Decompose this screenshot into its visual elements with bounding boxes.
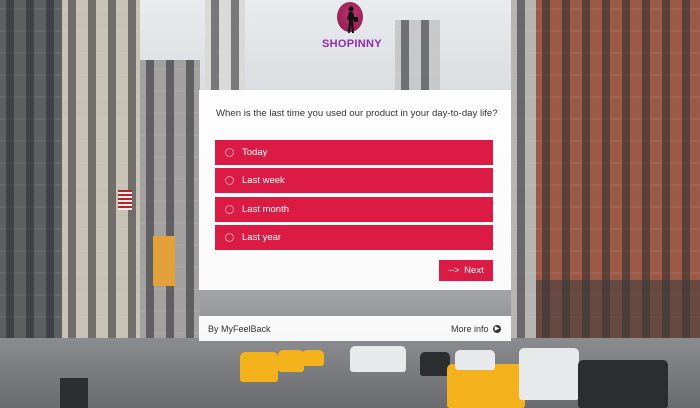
arrow-right-icon: --> (448, 265, 460, 275)
radio-icon (225, 148, 234, 157)
more-info-label: More info (450, 324, 489, 334)
powered-by-credit[interactable]: By MyFeelBack (208, 324, 271, 334)
answer-label: Last year (242, 232, 282, 243)
radio-icon (225, 205, 234, 214)
radio-icon (225, 233, 234, 242)
answer-option-last-year[interactable]: Last year (215, 225, 493, 250)
answer-label: Last week (242, 175, 285, 186)
answer-label: Last month (242, 204, 289, 215)
logo-text: SHOPINNY (322, 38, 382, 50)
radio-icon (225, 176, 234, 185)
survey-card: When is the last time you used our produ… (199, 90, 511, 290)
answer-label: Today (242, 147, 268, 158)
survey-footer: By MyFeelBack More info ▶ (199, 316, 511, 341)
shopinny-logo: SHOPINNY (320, 2, 382, 52)
survey-question: When is the last time you used our produ… (216, 108, 498, 119)
next-button[interactable]: --> Next (439, 260, 493, 281)
answer-option-today[interactable]: Today (215, 140, 493, 165)
arrow-circle-right-icon: ▶ (493, 324, 501, 333)
more-info-link[interactable]: More info ▶ (451, 324, 501, 334)
logo-silhouette-icon (347, 6, 358, 33)
answer-option-last-month[interactable]: Last month (215, 197, 493, 222)
next-label: Next (464, 265, 484, 276)
answer-option-last-week[interactable]: Last week (215, 168, 493, 193)
